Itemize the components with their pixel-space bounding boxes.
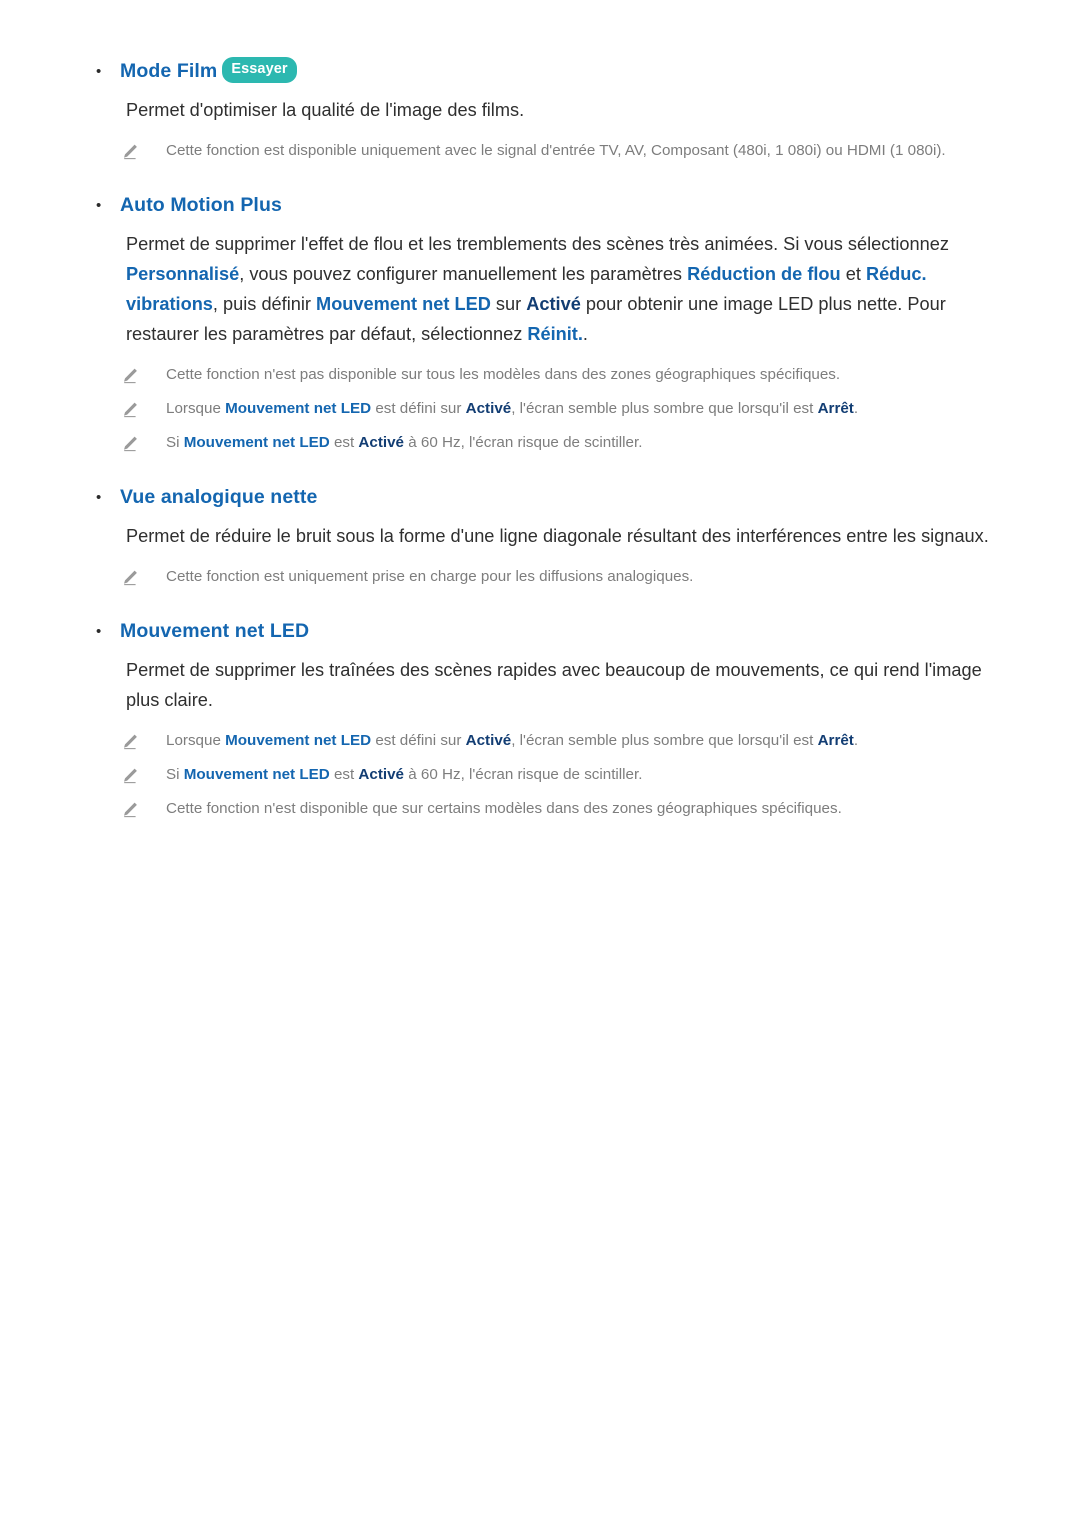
note-term-navy: Activé (358, 434, 405, 451)
note-text-run: Lorsque (166, 732, 226, 749)
try-it-badge[interactable]: Essayer (222, 57, 297, 83)
heading-label: Vue analogique nette (120, 486, 318, 508)
section-description: Permet de supprimer les traînées des scè… (0, 655, 1080, 715)
note-text: Cette fonction est uniquement prise en c… (166, 565, 1010, 588)
section-heading-row: • Mouvement net LED (0, 618, 1080, 645)
description-text-run: Permet de supprimer les traînées des scè… (126, 660, 982, 710)
pencil-icon (120, 763, 166, 786)
description-text-run: . (582, 324, 588, 344)
bullet-icon: • (96, 63, 102, 80)
description-term-blue: Réduction de flou (687, 264, 841, 284)
note-text-run: Si (166, 434, 184, 451)
description-term-blue: Mouvement net LED (316, 294, 491, 314)
note-text: Si Mouvement net LED est Activé à 60 Hz,… (166, 763, 1010, 786)
section-heading-vue-analogique-nette: Vue analogique nette (120, 484, 317, 510)
note-text-run: Cette fonction n'est pas disponible sur … (166, 366, 841, 383)
section-mode-film: • Mode Film Essayer Permet d'optimiser la q… (0, 57, 1080, 192)
section-heading-row: • Auto Motion Plus (0, 192, 1080, 219)
description-text-run: et (840, 264, 866, 284)
section-heading-row: • Mode Film Essayer (0, 57, 1080, 85)
note-row: Lorsque Mouvement net LED est défini sur… (0, 729, 1080, 752)
section-description: Permet de supprimer l'effet de flou et l… (0, 229, 1080, 349)
note-text-run: Cette fonction est disponible uniquement… (166, 142, 946, 159)
note-text-run: est défini sur (371, 400, 466, 417)
note-row: Si Mouvement net LED est Activé à 60 Hz,… (0, 763, 1080, 786)
note-text-run: est (329, 434, 359, 451)
note-term-navy: Arrêt (817, 400, 854, 417)
note-row: Cette fonction est disponible uniquement… (0, 139, 1080, 162)
note-text-run: , l'écran semble plus sombre que lorsqu'… (511, 732, 818, 749)
note-text: Cette fonction est disponible uniquement… (166, 139, 1010, 162)
heading-label: Mode Film (120, 60, 218, 82)
note-text-run: est défini sur (371, 732, 466, 749)
pencil-icon (120, 397, 166, 420)
note-row: Si Mouvement net LED est Activé à 60 Hz,… (0, 431, 1080, 454)
note-text: Si Mouvement net LED est Activé à 60 Hz,… (166, 431, 1010, 454)
note-term-blue: Mouvement net LED (225, 400, 372, 417)
note-text: Lorsque Mouvement net LED est défini sur… (166, 729, 1010, 752)
note-term-blue: Mouvement net LED (183, 766, 330, 783)
note-text-run: Cette fonction n'est disponible que sur … (166, 800, 842, 817)
note-term-blue: Mouvement net LED (183, 434, 330, 451)
bullet-icon: • (96, 623, 102, 640)
pencil-icon (120, 139, 166, 162)
note-row: Cette fonction n'est pas disponible sur … (0, 363, 1080, 386)
heading-label: Mouvement net LED (120, 620, 310, 642)
section-vue-analogique-nette: • Vue analogique nette Permet de réduire l… (0, 484, 1080, 618)
section-mouvement-net-led: • Mouvement net LED Permet de supprimer le… (0, 618, 1080, 820)
note-text: Cette fonction n'est disponible que sur … (166, 797, 1010, 820)
section-description: Permet de réduire le bruit sous la forme… (0, 521, 1080, 551)
pencil-icon (120, 431, 166, 454)
note-row: Lorsque Mouvement net LED est défini sur… (0, 397, 1080, 420)
description-text-run: , vous pouvez configurer manuellement le… (239, 264, 688, 284)
section-auto-motion-plus: • Auto Motion Plus Permet de supprimer l'e… (0, 192, 1080, 484)
note-text: Lorsque Mouvement net LED est défini sur… (166, 397, 1010, 420)
note-text: Cette fonction n'est pas disponible sur … (166, 363, 1010, 386)
note-term-navy: Activé (358, 766, 405, 783)
note-text-run: Lorsque (166, 400, 226, 417)
note-row: Cette fonction est uniquement prise en c… (0, 565, 1080, 588)
note-term-navy: Activé (465, 400, 512, 417)
note-row: Cette fonction n'est disponible que sur … (0, 797, 1080, 820)
bullet-icon: • (96, 197, 102, 214)
pencil-icon (120, 729, 166, 752)
note-term-blue: Mouvement net LED (225, 732, 372, 749)
note-text-run: , l'écran semble plus sombre que lorsqu'… (511, 400, 818, 417)
note-text-run: . (853, 400, 859, 417)
note-text-run: est (329, 766, 359, 783)
description-term-blue: Personnalisé (126, 264, 240, 284)
section-heading-auto-motion-plus: Auto Motion Plus (120, 192, 282, 218)
note-text-run: à 60 Hz, l'écran risque de scintiller. (404, 434, 643, 451)
description-text-run: , puis définir (212, 294, 317, 314)
description-text-run: Permet de réduire le bruit sous la forme… (126, 526, 989, 546)
document-content: • Mode Film Essayer Permet d'optimiser la q… (0, 0, 1080, 820)
section-heading-mouvement-net-led: Mouvement net LED (120, 618, 309, 644)
section-description: Permet d'optimiser la qualité de l'image… (0, 95, 1080, 125)
section-heading-mode-film: Mode Film Essayer (120, 57, 297, 84)
heading-label: Auto Motion Plus (120, 194, 282, 216)
description-term-navy: Activé (526, 294, 581, 314)
description-term-blue: Réinit. (527, 324, 583, 344)
pencil-icon (120, 565, 166, 588)
pencil-icon (120, 797, 166, 820)
bullet-icon: • (96, 489, 102, 506)
note-text-run: . (853, 732, 859, 749)
note-term-navy: Activé (465, 732, 512, 749)
section-heading-row: • Vue analogique nette (0, 484, 1080, 511)
document-page: • Mode Film Essayer Permet d'optimiser la q… (0, 0, 1080, 1527)
note-text-run: Si (166, 766, 184, 783)
description-text-run: Permet de supprimer l'effet de flou et l… (126, 234, 949, 254)
description-text-run: Permet d'optimiser la qualité de l'image… (126, 100, 525, 120)
pencil-icon (120, 363, 166, 386)
description-text-run: sur (490, 294, 527, 314)
note-text-run: Cette fonction est uniquement prise en c… (166, 568, 694, 585)
note-term-navy: Arrêt (817, 732, 854, 749)
note-text-run: à 60 Hz, l'écran risque de scintiller. (404, 766, 643, 783)
